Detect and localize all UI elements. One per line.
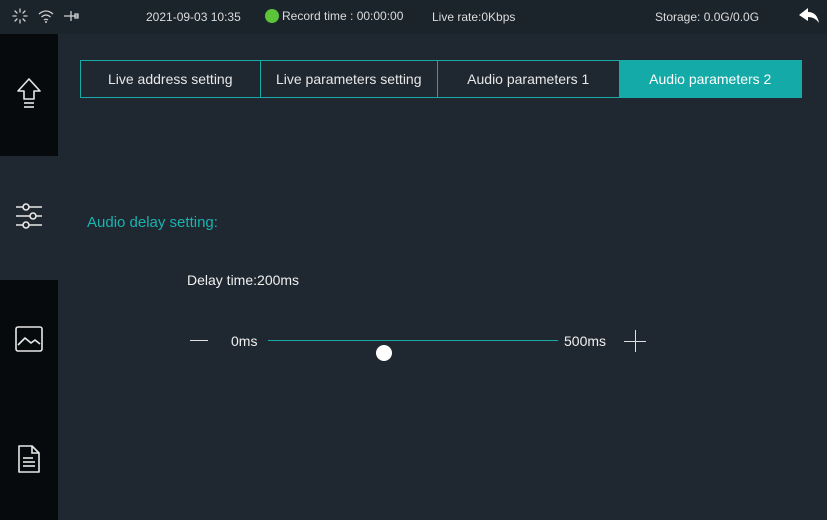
record-status: Record time : 00:00:00: [265, 9, 403, 23]
sidebar-item-settings[interactable]: [0, 156, 58, 280]
tab-live-address-setting[interactable]: Live address setting: [81, 61, 261, 97]
sidebar-item-upload[interactable]: [0, 34, 58, 156]
delay-time-label: Delay time:: [187, 272, 258, 288]
delay-slider-track[interactable]: [268, 340, 558, 361]
increase-button[interactable]: [624, 330, 646, 352]
back-arrow-icon[interactable]: [798, 6, 820, 29]
tab-audio-parameters-2[interactable]: Audio parameters 2: [619, 61, 801, 97]
document-icon: [17, 444, 41, 479]
delay-slider-thumb[interactable]: [376, 345, 392, 361]
tab-audio-parameters-1[interactable]: Audio parameters 1: [438, 61, 620, 97]
slider-min-label: 0ms: [231, 333, 258, 349]
live-rate: Live rate:0Kbps: [432, 10, 516, 24]
delay-slider-row: 0ms 500ms: [0, 328, 827, 361]
sidebar-item-document[interactable]: [0, 402, 58, 520]
storage: Storage: 0.0G/0.0G: [655, 10, 760, 24]
delay-time-value: 200ms: [257, 272, 300, 288]
sidebar: [0, 34, 58, 520]
tab-live-parameters-setting[interactable]: Live parameters setting: [261, 61, 438, 97]
section-title: Audio delay setting:: [87, 214, 218, 231]
loading-spinner-icon: [12, 8, 28, 27]
decrease-button[interactable]: [190, 340, 208, 341]
sliders-icon: [14, 201, 44, 236]
record-indicator-dot: [265, 9, 279, 23]
usb-icon: [62, 8, 80, 27]
datetime: 2021-09-03 10:35: [146, 10, 241, 24]
delay-time-readout: Delay time:200ms: [187, 272, 299, 288]
status-bar: 2021-09-03 10:35 Record time : 00:00:00 …: [0, 0, 827, 34]
wifi-icon: [37, 8, 55, 27]
slider-max-label: 500ms: [564, 333, 607, 349]
settings-tabs: Live address setting Live parameters set…: [80, 60, 802, 98]
upload-icon: [16, 77, 42, 114]
record-time: Record time : 00:00:00: [282, 9, 404, 23]
